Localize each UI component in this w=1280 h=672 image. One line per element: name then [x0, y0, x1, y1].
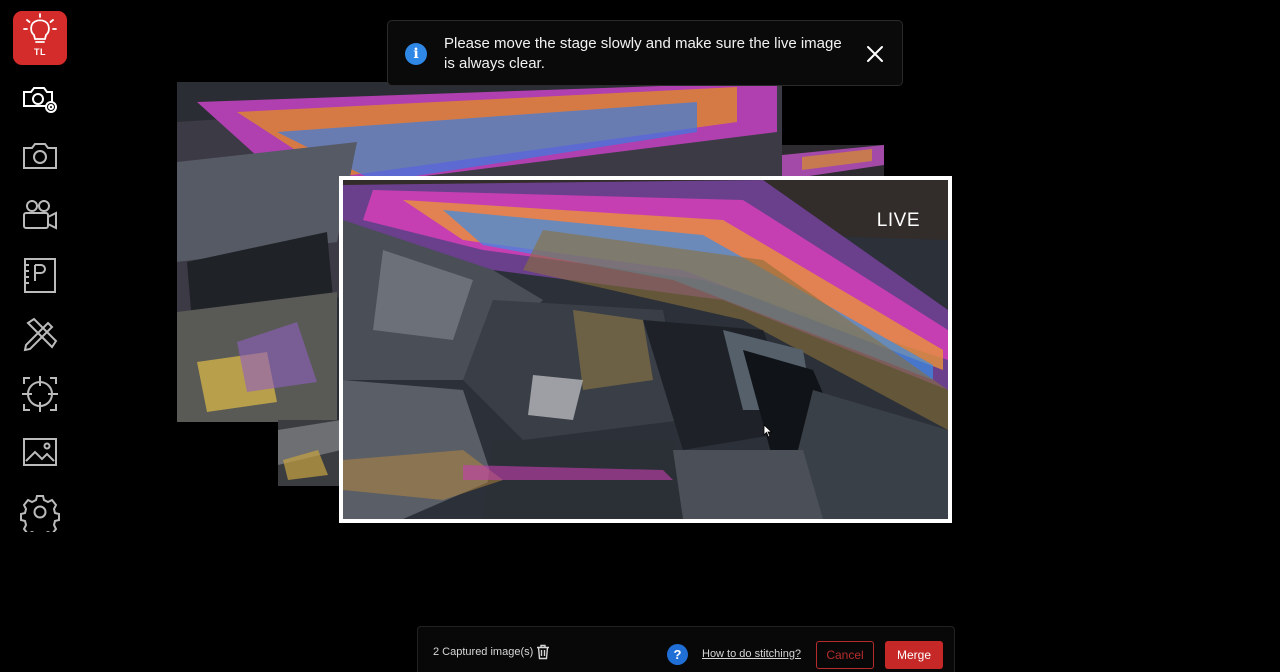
light-mode-label: TL [34, 47, 46, 57]
focus-target-icon[interactable] [20, 374, 60, 414]
camera-settings-icon[interactable] [20, 80, 60, 120]
stitching-bar: 2 Captured image(s) ? How to do stitchin… [417, 626, 955, 672]
cancel-button[interactable]: Cancel [816, 641, 874, 669]
trash-icon[interactable] [536, 644, 550, 660]
captured-count: 2 Captured image(s) [433, 646, 534, 658]
how-to-stitch-link[interactable]: How to do stitching? [702, 648, 801, 660]
record-video-icon[interactable] [20, 197, 60, 237]
help-icon[interactable]: ? [667, 644, 688, 665]
live-label: LIVE [876, 210, 920, 231]
annotate-tools-icon[interactable] [20, 315, 60, 355]
stitched-tile-2 [782, 145, 884, 180]
live-view[interactable]: LIVE [339, 176, 952, 523]
lightbulb-icon [23, 13, 57, 43]
sidebar: TL [0, 0, 80, 672]
transmitted-light-button[interactable]: TL [13, 11, 67, 65]
settings-icon[interactable] [20, 492, 60, 532]
merge-button[interactable]: Merge [885, 641, 943, 669]
stitched-tile-3 [278, 420, 341, 486]
live-image [343, 180, 948, 519]
info-toast: i Please move the stage slowly and make … [387, 20, 903, 86]
close-icon[interactable] [866, 45, 884, 63]
toast-message: Please move the stage slowly and make su… [444, 35, 842, 72]
mouse-cursor-icon [763, 424, 773, 438]
info-icon: i [405, 43, 427, 65]
measure-icon[interactable] [20, 256, 60, 296]
gallery-icon[interactable] [20, 433, 60, 473]
capture-photo-icon[interactable] [20, 138, 60, 178]
